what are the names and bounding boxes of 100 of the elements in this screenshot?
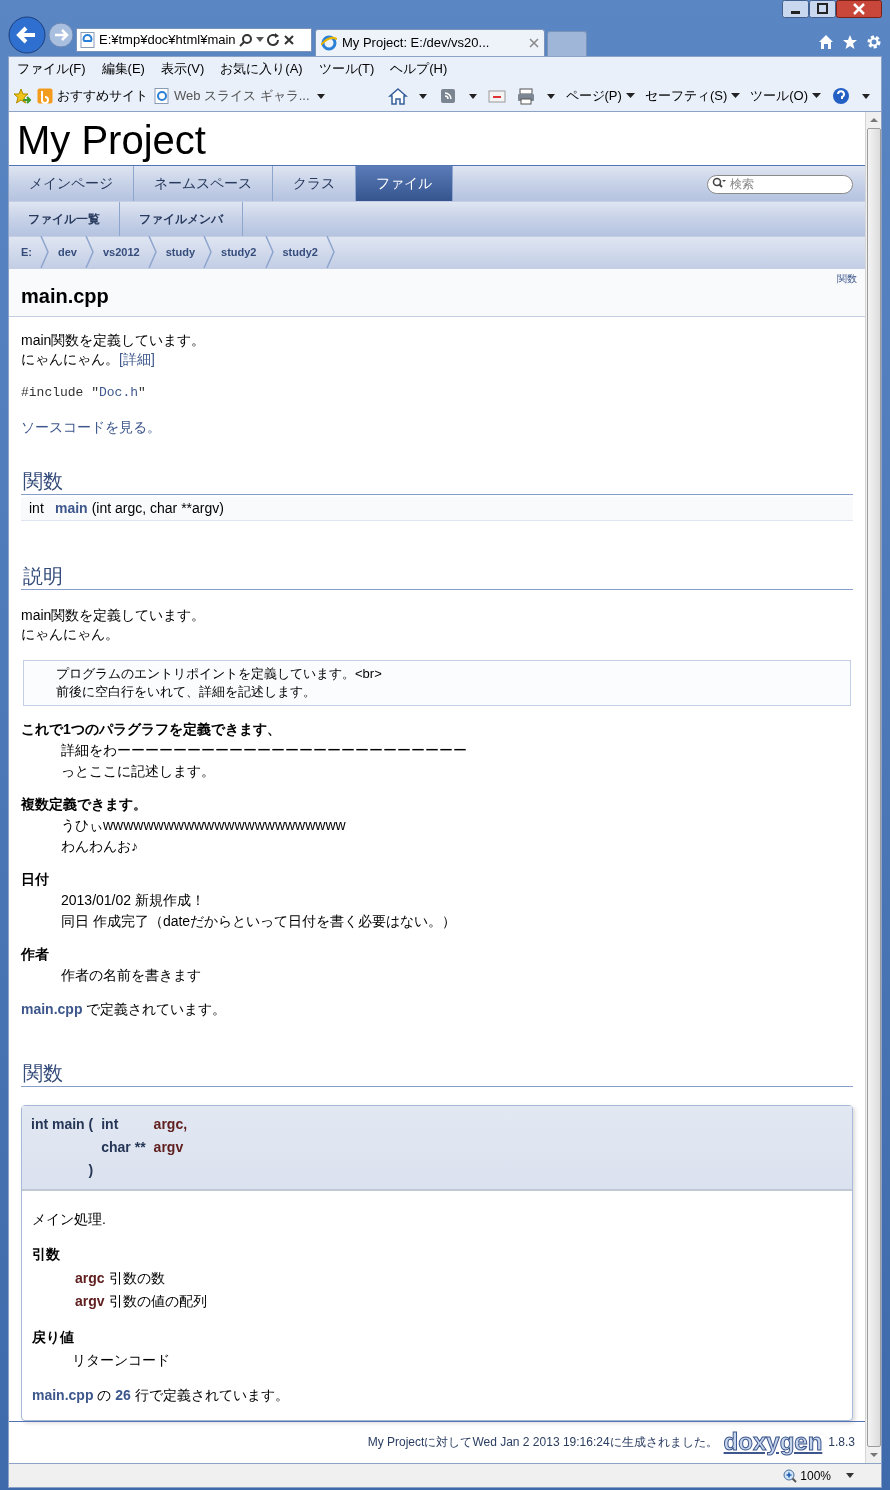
close-button[interactable]	[836, 0, 882, 18]
breadcrumb-link[interactable]: study2	[282, 243, 318, 261]
help-icon[interactable]	[831, 87, 851, 105]
favorites-star-icon[interactable]	[13, 88, 31, 104]
description-text: にゃんにゃん。	[21, 624, 120, 644]
defined-in-text: main.cpp で定義されています。	[21, 999, 228, 1019]
menu-item[interactable]: ツール(T)	[318, 59, 375, 79]
printer-icon[interactable]	[515, 87, 536, 105]
section-title: 日付	[21, 869, 50, 889]
breadcrumb-separator-icon	[147, 236, 158, 269]
section-text: わんわんお♪	[61, 836, 139, 856]
nav-tab[interactable]: ファイル	[356, 166, 453, 201]
breadcrumb-link[interactable]: dev	[58, 243, 77, 261]
tab-label: My Project: E:/dev/vs20...	[342, 34, 490, 53]
browser-tab[interactable]: My Project: E:/dev/vs20...	[315, 29, 545, 56]
project-name: My Project	[17, 117, 206, 165]
section-title: これで1つのパラグラフを定義できます、	[21, 719, 282, 739]
section-title: 複数定義できます。	[21, 794, 148, 814]
section-text: 作者の名前を書きます	[61, 965, 202, 985]
nav-tab[interactable]: ファイル一覧	[9, 201, 120, 236]
caret-icon	[731, 93, 741, 99]
breadcrumb-separator-icon	[203, 236, 214, 269]
function-prototype: int main ( int argc, char ** argv )	[22, 1105, 852, 1191]
menu-item[interactable]: 編集(E)	[101, 59, 145, 79]
search-icon[interactable]	[238, 33, 253, 47]
page-icon	[80, 32, 96, 48]
caret-icon[interactable]	[467, 92, 478, 100]
forward-button[interactable]	[48, 22, 74, 48]
return-text: リターンコード	[71, 1350, 171, 1370]
breadcrumb-link[interactable]: study2	[221, 243, 257, 261]
menu-item[interactable]: ヘルプ(H)	[390, 59, 448, 79]
section-title: 引数	[32, 1244, 61, 1264]
maximize-button[interactable]	[809, 0, 836, 18]
browser-logo-icon	[321, 35, 337, 51]
star-icon[interactable]	[842, 34, 858, 50]
section-text: っとここに記述します。	[61, 761, 216, 781]
line-link[interactable]: 26	[115, 1386, 131, 1403]
function-brief: メイン処理.	[32, 1209, 107, 1229]
menu-item[interactable]: 表示(V)	[160, 59, 205, 79]
caret-icon[interactable]	[545, 92, 556, 100]
address-text: E:¥tmp¥doc¥html¥main	[99, 31, 236, 50]
section-heading: 関数	[21, 1059, 853, 1087]
include-line: #include "Doc.h"	[21, 384, 147, 402]
breadcrumb-link[interactable]: study	[165, 243, 196, 261]
home-icon[interactable]	[818, 34, 834, 50]
file-link[interactable]: main.cpp	[21, 1000, 83, 1017]
search-field[interactable]: 検索	[707, 174, 853, 194]
address-bar[interactable]: E:¥tmp¥doc¥html¥main	[76, 28, 312, 52]
verbatim-block: プログラムのエントリポイントを定義しています。<br> 前後に空白行をいれて、詳細を記述します。	[23, 659, 851, 706]
menu-item[interactable]: ファイル(F)	[17, 59, 86, 79]
breadcrumb-separator-icon	[264, 236, 275, 269]
breadcrumb-separator-icon	[325, 236, 336, 269]
caret-icon[interactable]	[417, 92, 428, 100]
section-title: 作者	[21, 944, 50, 964]
section-heading: 関数	[21, 467, 853, 495]
home-icon[interactable]	[387, 87, 408, 105]
breadcrumb-separator-icon	[84, 236, 95, 269]
brief-text: main関数を定義しています。	[21, 331, 207, 350]
description-text: main関数を定義しています。	[21, 605, 207, 625]
page-title: main.cpp	[21, 283, 109, 309]
footer-text: My Projectに対してWed Jan 2 2013 19:16:24に生成されました。	[367, 1434, 718, 1452]
section-text: 詳細をわーーーーーーーーーーーーーーーーーーーーーーーーー	[61, 740, 468, 760]
nav-tab[interactable]: ネームスペース	[134, 166, 273, 201]
command-menu[interactable]: ページ(P)	[565, 86, 635, 106]
command-menu[interactable]: セーフティ(S)	[644, 86, 741, 106]
caret-icon[interactable]	[861, 92, 871, 100]
zoom-control[interactable]: 100%	[783, 1466, 831, 1485]
menu-item[interactable]: お気に入り(A)	[220, 59, 303, 79]
nav-tab[interactable]: ファイルメンバ	[120, 201, 243, 236]
refresh-icon[interactable]	[266, 33, 280, 47]
parameter-row-text: argc 引数の数	[74, 1268, 166, 1288]
source-link[interactable]: ソースコードを見る。	[21, 416, 853, 438]
member-row[interactable]: int main (int argc, char **argv)	[21, 496, 853, 521]
close-icon[interactable]	[282, 34, 295, 46]
favorites-link[interactable]: Web スライス ギャラ...	[154, 86, 310, 106]
section-title: 戻り値	[32, 1327, 75, 1347]
zoom-icon	[783, 1468, 798, 1483]
caret-icon[interactable]	[315, 92, 326, 100]
caret-icon[interactable]	[255, 37, 264, 43]
include-link[interactable]: Doc.h	[99, 385, 139, 400]
file-link[interactable]: main.cpp	[32, 1386, 94, 1403]
web-slice-icon	[154, 88, 170, 104]
favorites-link[interactable]: おすすめサイト	[37, 86, 148, 106]
close-tab-icon[interactable]	[529, 38, 539, 48]
breadcrumb-link[interactable]: E:	[21, 243, 32, 261]
section-text: 同日 作成完了（dateだからといって日付を書く必要はない。）	[61, 911, 458, 931]
back-button[interactable]	[8, 16, 46, 54]
nav-tab[interactable]: メインページ	[9, 166, 134, 201]
command-menu[interactable]: ツール(O)	[750, 86, 821, 106]
mail-icon[interactable]	[487, 89, 506, 103]
parameter-row-text: argv 引数の値の配列	[74, 1291, 208, 1311]
breadcrumb-separator-icon	[40, 236, 50, 269]
summary-link[interactable]: 関数	[837, 270, 857, 286]
section-text: 2013/01/02 新規作成！	[61, 890, 206, 910]
breadcrumb-link[interactable]: vs2012	[102, 243, 140, 261]
minimize-button[interactable]	[782, 0, 809, 18]
details-link[interactable]: [詳細]	[119, 351, 155, 367]
feed-square-icon	[37, 88, 53, 104]
search-icon	[712, 177, 726, 189]
settings-icon[interactable]	[866, 34, 882, 50]
